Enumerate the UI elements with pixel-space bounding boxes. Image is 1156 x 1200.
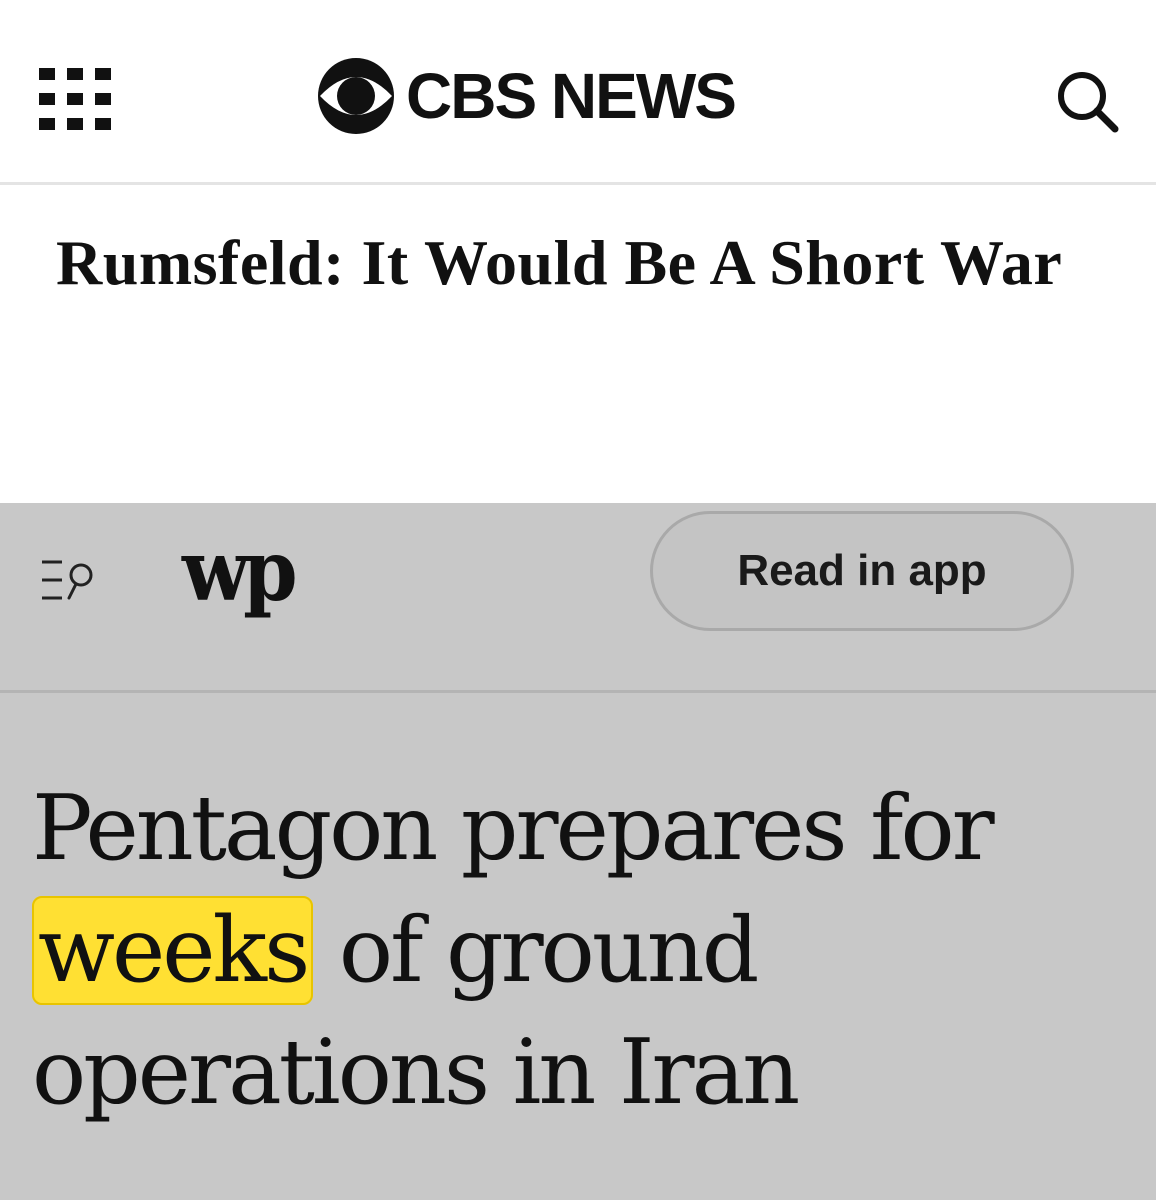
wapo-logo[interactable]: wp bbox=[182, 523, 298, 620]
cbs-headline[interactable]: Rumsfeld: It Would Be A Short War bbox=[56, 214, 1136, 312]
wapo-top-bar: wp Read in app bbox=[0, 503, 1156, 693]
cbs-eye-icon bbox=[318, 58, 394, 134]
wapo-section: wp Read in app Pentagon prepares for wee… bbox=[0, 503, 1156, 1200]
search-icon[interactable] bbox=[1052, 66, 1122, 136]
cbs-header: CBS NEWS bbox=[0, 0, 1156, 185]
cbs-news-section: CBS NEWS Rumsfeld: It Would Be A Short W… bbox=[0, 0, 1156, 503]
grid-menu-icon[interactable] bbox=[39, 68, 111, 130]
headline-text-before: Pentagon prepares for bbox=[32, 776, 995, 881]
highlighted-word: weeks bbox=[32, 896, 314, 1005]
cbs-wordmark: CBS NEWS bbox=[406, 60, 737, 132]
read-in-app-button[interactable]: Read in app bbox=[650, 511, 1074, 631]
menu-search-icon[interactable] bbox=[40, 558, 106, 602]
wapo-headline[interactable]: Pentagon prepares for weeks of ground op… bbox=[32, 768, 1142, 1134]
cbs-news-logo[interactable]: CBS NEWS bbox=[312, 56, 737, 136]
